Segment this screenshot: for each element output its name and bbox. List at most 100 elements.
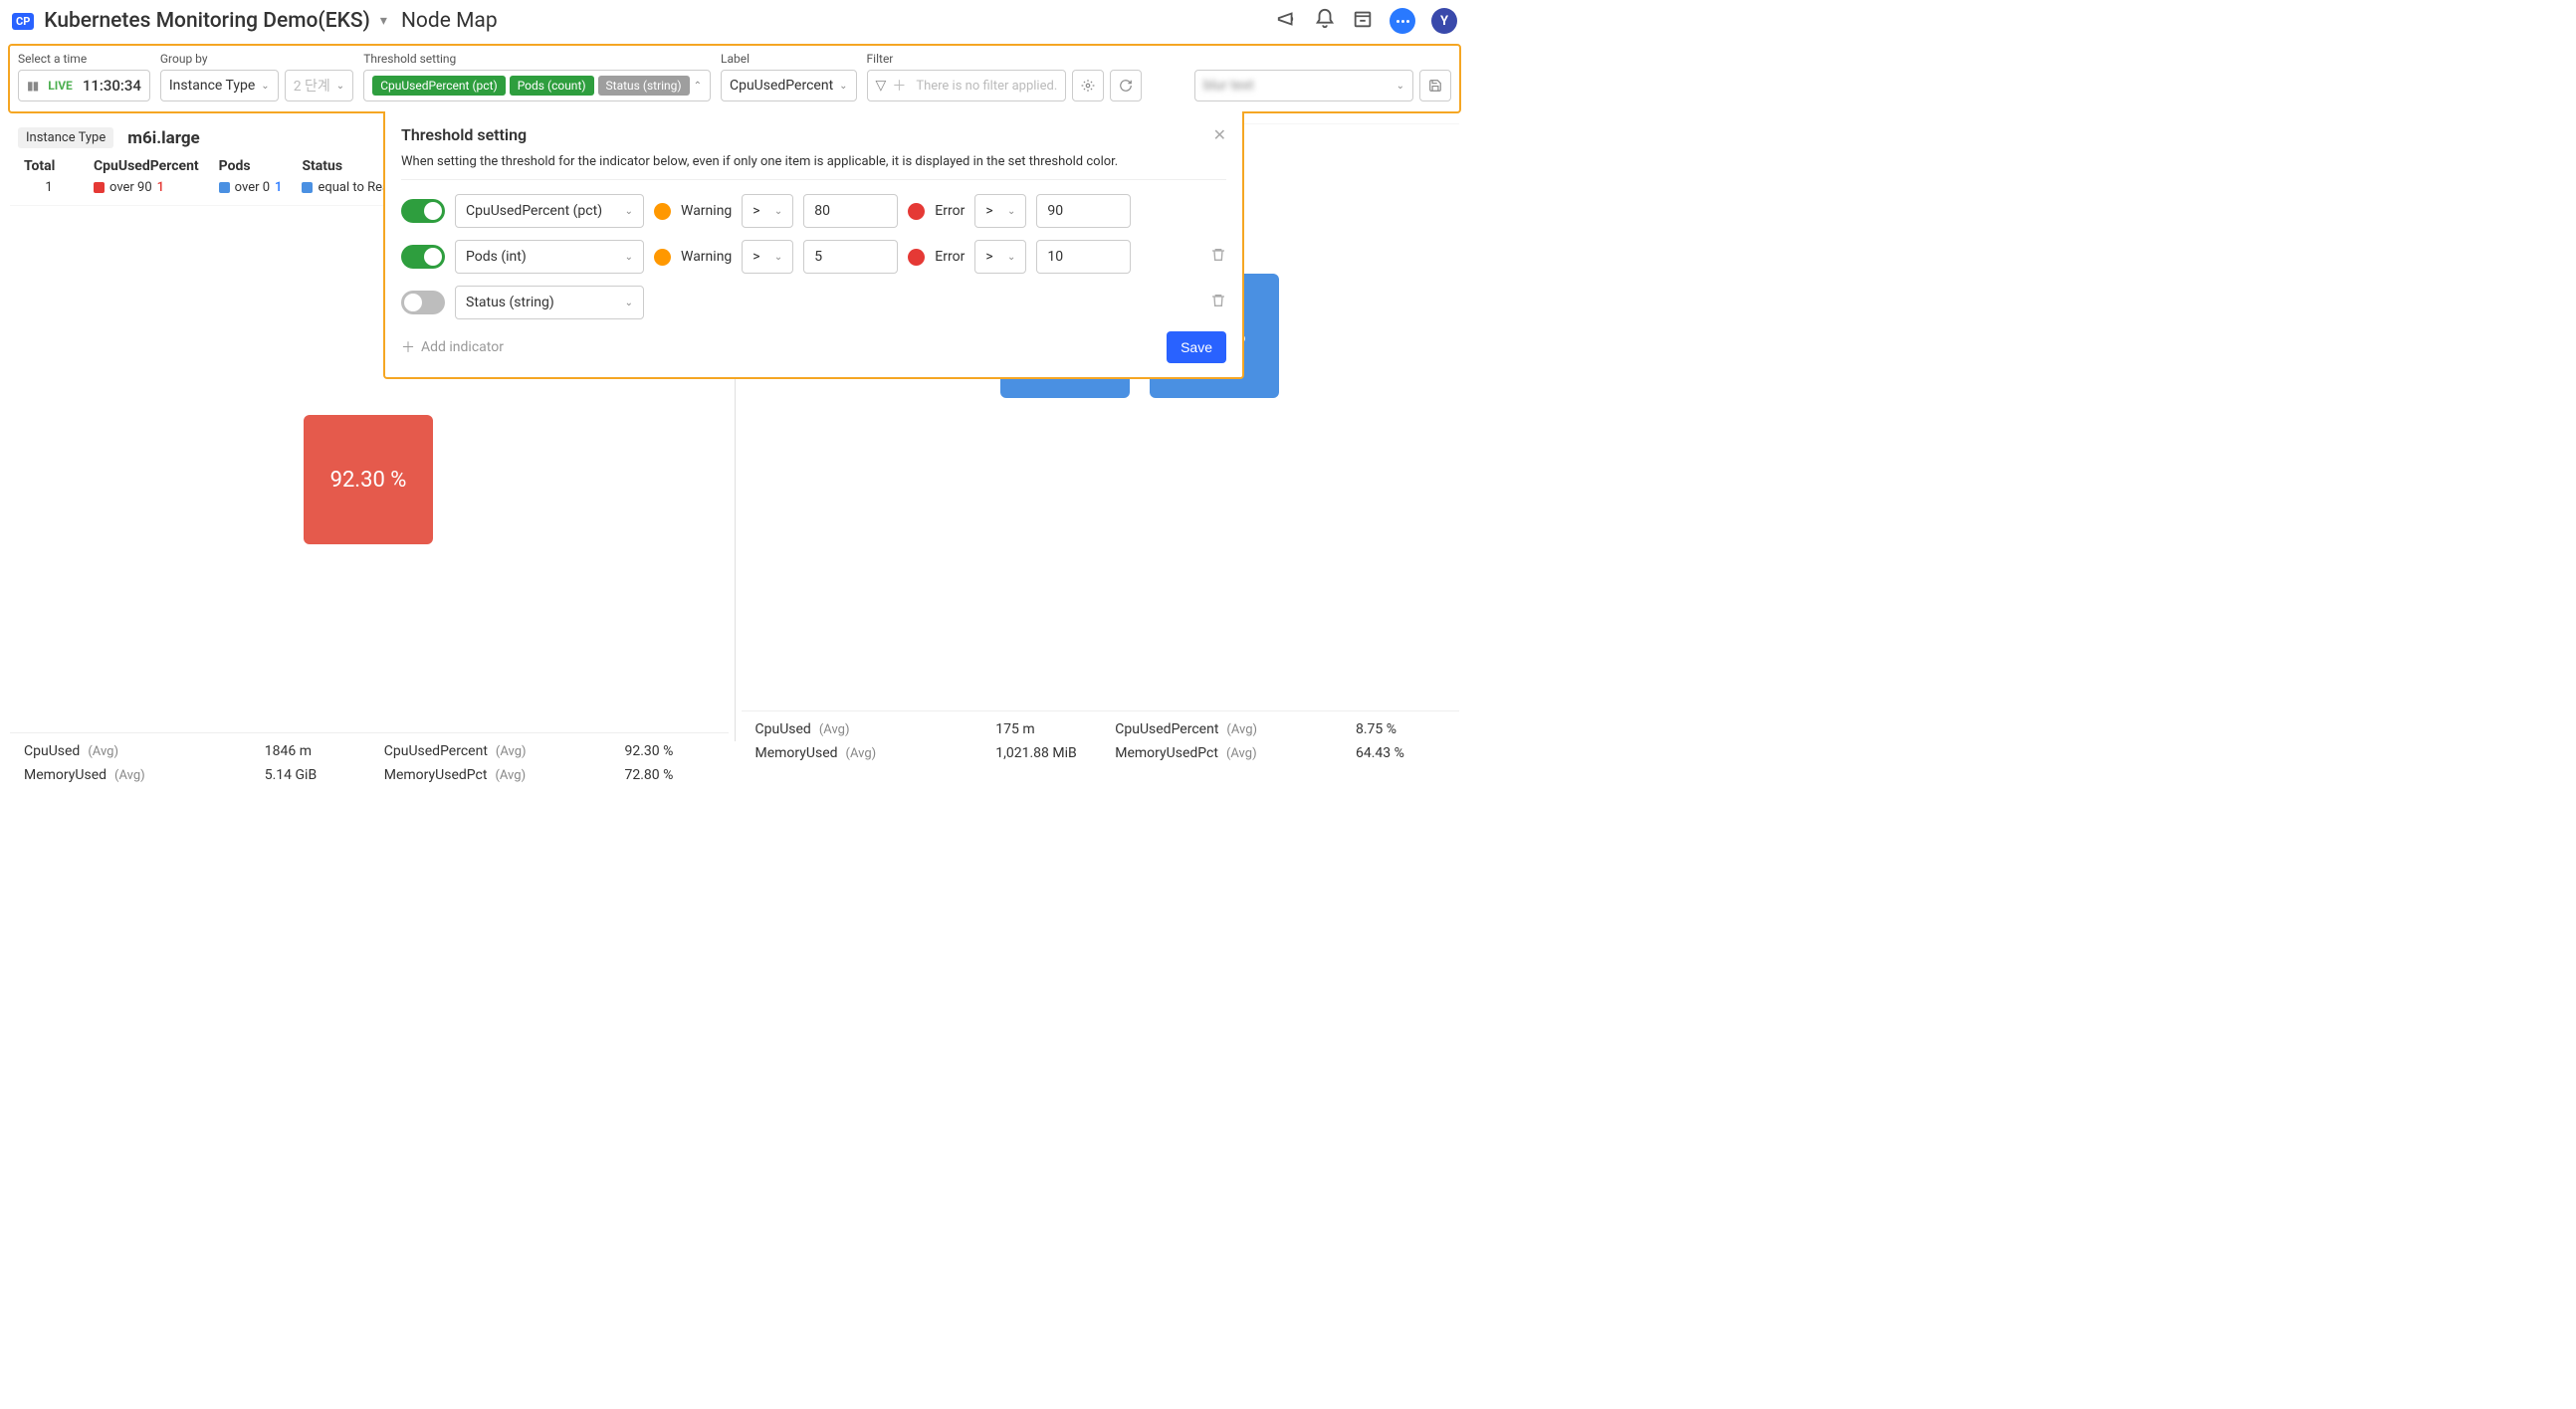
- chevron-down-icon[interactable]: ▾: [380, 13, 387, 29]
- chevron-down-icon: ⌄: [1396, 81, 1404, 92]
- error-dot-icon: [908, 249, 925, 266]
- chevron-up-icon: ⌃: [694, 81, 702, 92]
- step-select[interactable]: 2 단계 ⌄: [285, 70, 354, 101]
- view-select[interactable]: blur text ⌄: [1194, 70, 1413, 101]
- popup-title: Threshold setting: [401, 125, 527, 144]
- step-value: 2 단계: [294, 76, 330, 96]
- time-label: Select a time: [18, 52, 150, 66]
- square-icon: [94, 182, 105, 193]
- app-title[interactable]: Kubernetes Monitoring Demo(EKS): [44, 9, 370, 33]
- square-icon: [302, 182, 313, 193]
- summary-head-pods: Pods: [219, 158, 283, 174]
- settings-button[interactable]: [1072, 70, 1104, 101]
- chevron-down-icon: ⌄: [774, 252, 782, 263]
- chat-icon[interactable]: [1390, 8, 1415, 34]
- close-icon[interactable]: ✕: [1213, 125, 1226, 144]
- pause-icon[interactable]: ▮▮: [27, 79, 38, 93]
- threshold-popup: Threshold setting ✕ When setting the thr…: [383, 111, 1244, 379]
- summary-head-total: Total: [24, 158, 74, 174]
- threshold-row: Status (string)⌄: [401, 286, 1226, 319]
- stat-item: MemoryUsed(Avg)5.14 GiB: [24, 767, 354, 783]
- calendar-icon[interactable]: [1352, 8, 1374, 34]
- instance-type-value: m6i.large: [127, 128, 199, 148]
- toolbar: Select a time ▮▮ LIVE 11:30:34 Group by …: [8, 44, 1461, 113]
- toggle-switch[interactable]: [401, 199, 445, 223]
- app-header: CP Kubernetes Monitoring Demo(EKS) ▾ Nod…: [0, 0, 1469, 42]
- error-label: Error: [935, 203, 965, 219]
- threshold-chip[interactable]: Status (string): [598, 76, 690, 96]
- filter-input[interactable]: ▽ ＋ There is no filter applied.: [867, 70, 1067, 101]
- threshold-group: Threshold setting CpuUsedPercent (pct) P…: [363, 52, 711, 101]
- warning-value-input[interactable]: 80: [803, 194, 898, 228]
- card-value: 92.30 %: [330, 468, 407, 493]
- label-caption: Label: [721, 52, 857, 66]
- stat-item: CpuUsed(Avg)1846 m: [24, 743, 354, 759]
- label-select[interactable]: CpuUsedPercent ⌄: [721, 70, 857, 101]
- summary-head-status: Status: [302, 158, 389, 174]
- plus-icon: ＋: [401, 337, 415, 357]
- operator-select[interactable]: >⌄: [974, 240, 1026, 274]
- refresh-button[interactable]: [1110, 70, 1142, 101]
- chevron-down-icon: ⌄: [625, 252, 633, 263]
- product-badge: CP: [12, 13, 34, 30]
- chevron-down-icon: ⌄: [625, 298, 633, 308]
- blurred-text: blur text: [1203, 78, 1254, 94]
- operator-select[interactable]: >⌄: [974, 194, 1026, 228]
- threshold-label: Threshold setting: [363, 52, 711, 66]
- stat-item: MemoryUsedPct(Avg)72.80 %: [384, 767, 715, 783]
- save-button[interactable]: Save: [1167, 331, 1226, 363]
- warning-dot-icon: [654, 203, 671, 220]
- stat-item: CpuUsed(Avg)175 m: [755, 721, 1086, 737]
- plus-icon[interactable]: ＋: [892, 76, 906, 96]
- avatar[interactable]: Y: [1431, 8, 1457, 34]
- bell-icon[interactable]: [1314, 8, 1336, 34]
- total-value: 1: [45, 180, 52, 195]
- float-right-group: blur text ⌄: [1194, 52, 1451, 101]
- time-picker[interactable]: ▮▮ LIVE 11:30:34: [18, 70, 150, 101]
- label-group: Label CpuUsedPercent ⌄: [721, 52, 857, 101]
- error-label: Error: [935, 249, 965, 265]
- clock-value: 11:30:34: [83, 77, 141, 95]
- group-by-select[interactable]: Instance Type ⌄: [160, 70, 279, 101]
- add-indicator-button[interactable]: ＋Add indicator: [401, 337, 504, 357]
- stat-item: CpuUsedPercent(Avg)8.75 %: [1115, 721, 1445, 737]
- time-group: Select a time ▮▮ LIVE 11:30:34: [18, 52, 150, 101]
- threshold-chip[interactable]: Pods (count): [510, 76, 594, 96]
- error-value-input[interactable]: 90: [1036, 194, 1131, 228]
- operator-select[interactable]: >⌄: [742, 240, 793, 274]
- stats-footer: CpuUsed(Avg)175 m MemoryUsed(Avg)1,021.8…: [742, 710, 1460, 779]
- toggle-switch[interactable]: [401, 291, 445, 314]
- stats-footer: CpuUsed(Avg)1846 m MemoryUsed(Avg)5.14 G…: [10, 732, 729, 801]
- chevron-down-icon: ⌄: [336, 81, 344, 92]
- warning-value-input[interactable]: 5: [803, 240, 898, 274]
- threshold-chip[interactable]: CpuUsedPercent (pct): [372, 76, 506, 96]
- breadcrumb: Node Map: [401, 9, 498, 33]
- group-by-group: Group by Instance Type ⌄ 2 단계 ⌄: [160, 52, 353, 101]
- stat-item: MemoryUsed(Avg)1,021.88 MiB: [755, 745, 1086, 761]
- toggle-switch[interactable]: [401, 245, 445, 269]
- stat-item: MemoryUsedPct(Avg)64.43 %: [1115, 745, 1445, 761]
- operator-select[interactable]: >⌄: [742, 194, 793, 228]
- node-card[interactable]: 92.30 %: [304, 415, 433, 544]
- error-dot-icon: [908, 203, 925, 220]
- chevron-down-icon: ⌄: [774, 206, 782, 217]
- megaphone-icon[interactable]: [1276, 8, 1298, 34]
- error-value-input[interactable]: 10: [1036, 240, 1131, 274]
- header-actions: Y: [1276, 8, 1457, 34]
- warning-dot-icon: [654, 249, 671, 266]
- trash-icon[interactable]: [1210, 293, 1226, 312]
- stat-item: CpuUsedPercent(Avg)92.30 %: [384, 743, 715, 759]
- save-view-button[interactable]: [1419, 70, 1451, 101]
- chevron-down-icon: ⌄: [261, 81, 269, 92]
- field-select[interactable]: Status (string)⌄: [455, 286, 644, 319]
- field-select[interactable]: CpuUsedPercent (pct)⌄: [455, 194, 644, 228]
- filter-group: Filter ▽ ＋ There is no filter applied.: [867, 52, 1143, 101]
- chevron-down-icon: ⌄: [625, 206, 633, 217]
- group-by-label: Group by: [160, 52, 353, 66]
- trash-icon[interactable]: [1210, 247, 1226, 267]
- threshold-select[interactable]: CpuUsedPercent (pct) Pods (count) Status…: [363, 70, 711, 101]
- field-select[interactable]: Pods (int)⌄: [455, 240, 644, 274]
- filter-label: Filter: [867, 52, 1143, 66]
- summary-head-cpu: CpuUsedPercent: [94, 158, 199, 174]
- threshold-row: CpuUsedPercent (pct)⌄ Warning >⌄ 80 Erro…: [401, 194, 1226, 228]
